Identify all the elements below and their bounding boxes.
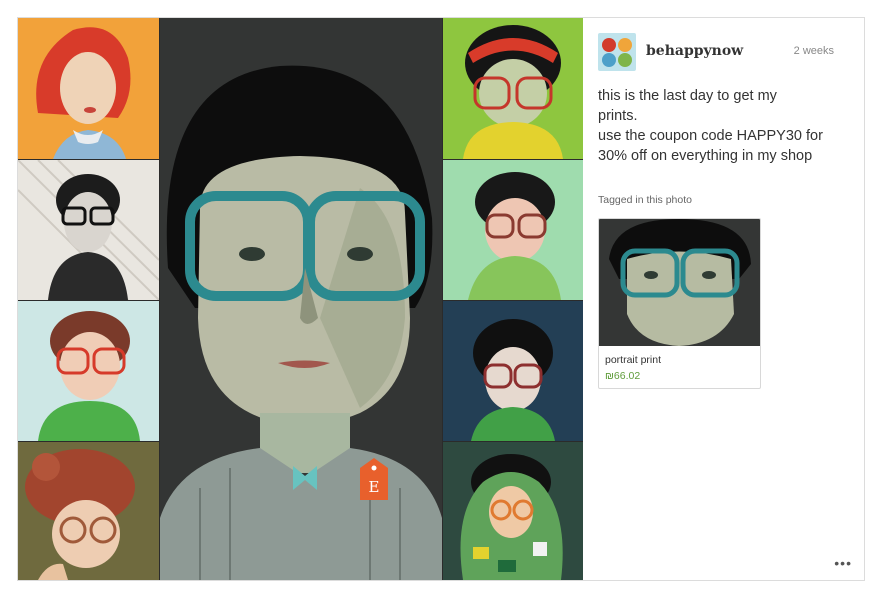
post-timestamp: 2 weeks: [793, 45, 834, 57]
portrait-sketch-tile: [18, 160, 159, 300]
post-card: E behappynow 2 weeks this is the last da…: [17, 17, 865, 581]
etsy-badge-letter: E: [369, 478, 380, 496]
portrait-navy-tile: [443, 301, 583, 441]
portrait-headscarf-tile: [18, 18, 159, 159]
tagged-item-price: ₪66.02: [605, 370, 641, 382]
portrait-red-glasses-tile: [18, 301, 159, 441]
post-sidebar: behappynow 2 weeks this is the last day …: [584, 18, 864, 580]
portrait-patchwork-scarf-tile: [443, 442, 583, 580]
portrait-main-tile: [160, 18, 442, 580]
more-options-icon[interactable]: •••: [834, 556, 852, 570]
tagged-item-card[interactable]: portrait print ₪66.02: [598, 218, 761, 389]
caption-line: prints.: [598, 108, 638, 124]
post-caption: this is the last day to get my prints. u…: [598, 86, 846, 166]
username-link[interactable]: behappynow: [646, 43, 743, 59]
tagged-label: Tagged in this photo: [598, 194, 692, 206]
etsy-price-tag-icon[interactable]: E: [360, 458, 388, 500]
avatar[interactable]: [598, 33, 636, 71]
caption-line: this is the last day to get my: [598, 88, 777, 104]
portrait-green-scarf-tile: [443, 160, 583, 300]
tagged-item-title[interactable]: portrait print: [605, 354, 661, 366]
portrait-knit-hat-tile: [18, 442, 159, 580]
portrait-bandana-tile: [443, 18, 583, 159]
caption-line: use the coupon code HAPPY30 for: [598, 128, 823, 144]
tagged-item-thumbnail[interactable]: [599, 219, 760, 346]
caption-line: 30% off on everything in my shop: [598, 148, 813, 164]
post-photo[interactable]: E: [18, 18, 583, 580]
